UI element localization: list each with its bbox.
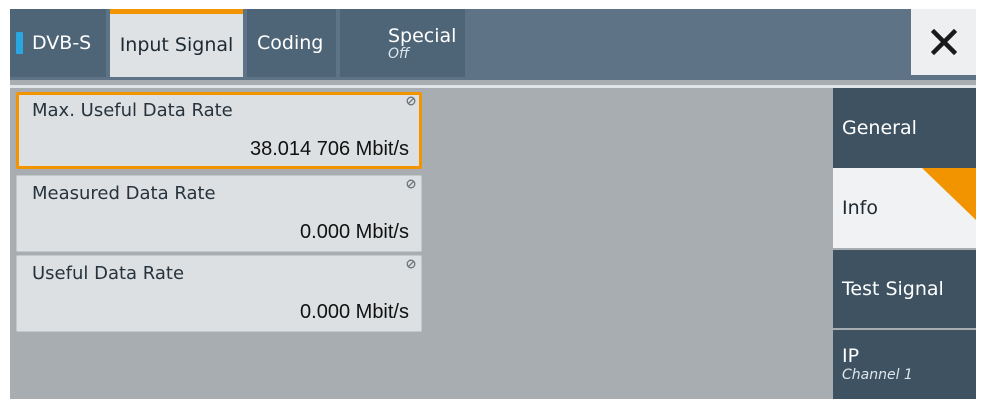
close-button[interactable] [911, 9, 976, 75]
read-only-icon [406, 259, 416, 269]
field-value: 0.000 Mbit/s [300, 301, 409, 323]
tab-input-signal-label: Input Signal [119, 34, 234, 56]
side-menu-info[interactable]: Info [833, 168, 976, 248]
tab-coding[interactable]: Coding [247, 9, 336, 77]
tab-special-label: Special [388, 24, 457, 47]
field-label: Measured Data Rate [32, 183, 216, 204]
side-menu-label: IP [842, 345, 860, 367]
side-menu-sub: Channel 1 [842, 367, 913, 383]
tab-dvbs[interactable]: DVB-S [10, 9, 106, 77]
dvbs-state-indicator-icon [16, 32, 23, 54]
dvbs-dialog: DVB-S Input Signal Coding Special Off Ma… [10, 9, 976, 399]
side-menu-ip[interactable]: IP Channel 1 [833, 330, 976, 399]
selected-corner-icon [922, 168, 976, 220]
max-useful-data-rate-field[interactable]: Max. Useful Data Rate 38.014 706 Mbit/s [16, 92, 422, 169]
field-label: Useful Data Rate [32, 263, 185, 284]
read-only-icon [406, 179, 416, 189]
close-icon [930, 29, 957, 55]
tab-bar: DVB-S Input Signal Coding Special Off [10, 9, 976, 80]
read-only-icon [406, 96, 416, 106]
side-menu-test-signal[interactable]: Test Signal [833, 250, 976, 328]
measured-data-rate-field[interactable]: Measured Data Rate 0.000 Mbit/s [16, 175, 422, 252]
tab-coding-label: Coding [257, 32, 324, 54]
field-value: 38.014 706 Mbit/s [250, 138, 409, 160]
side-menu-label: Test Signal [842, 278, 944, 300]
field-value: 0.000 Mbit/s [300, 221, 409, 243]
side-menu-general[interactable]: General [833, 88, 976, 168]
tab-special-state: Off [388, 45, 410, 62]
tab-special[interactable]: Special Off [340, 9, 465, 77]
tab-dvbs-label: DVB-S [32, 32, 92, 54]
tab-input-signal[interactable]: Input Signal [110, 9, 243, 77]
field-label: Max. Useful Data Rate [32, 100, 233, 121]
tab-divider [10, 85, 976, 88]
useful-data-rate-field[interactable]: Useful Data Rate 0.000 Mbit/s [16, 255, 422, 332]
side-menu-label: General [842, 117, 917, 139]
